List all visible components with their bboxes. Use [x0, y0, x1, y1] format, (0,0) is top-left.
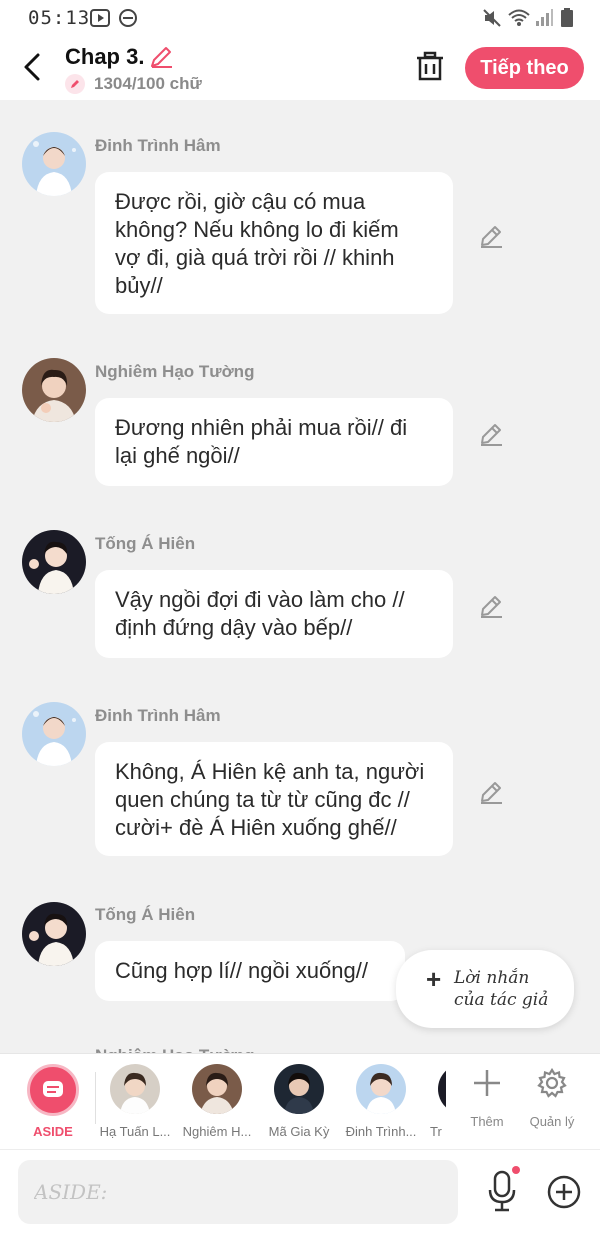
plus-icon	[474, 1070, 500, 1096]
message-line: lại ghế ngồi//	[115, 443, 240, 468]
message-line: Không, Á Hiên kệ anh ta, người	[115, 759, 425, 784]
message-bubble[interactable]: Được rồi, giờ cậu có mua không? Nếu khôn…	[95, 172, 453, 314]
manage-button[interactable]: Quản lý	[519, 1054, 585, 1150]
plus-icon: +	[426, 964, 442, 994]
avatar	[274, 1064, 324, 1114]
message-line: quen chúng ta từ từ cũng đc //	[115, 787, 410, 812]
message-line: Được rồi, giờ cậu có mua	[115, 189, 366, 214]
add-character-button[interactable]: Thêm	[454, 1054, 520, 1150]
message-line: không? Nếu không lo đi kiếm	[115, 217, 399, 242]
aside-chat-icon	[27, 1064, 79, 1116]
character-chip[interactable]: Mã Gia Kỳ	[258, 1054, 340, 1150]
avatar	[192, 1064, 242, 1114]
character-name: Đinh Trình Hâm	[95, 136, 221, 155]
character-name: Tống Á Hiên	[95, 905, 196, 924]
status-time: 05:13	[28, 7, 91, 29]
message-bubble[interactable]: Không, Á Hiên kệ anh ta, người quen chún…	[95, 742, 453, 856]
edit-pencil-icon[interactable]	[478, 779, 504, 805]
edit-pencil-icon[interactable]	[478, 421, 504, 447]
status-bar: 05:13	[0, 0, 600, 36]
character-chip-label: Tr	[430, 1124, 442, 1139]
wifi-icon	[508, 9, 530, 26]
signal-icon	[536, 9, 553, 26]
avatar[interactable]	[22, 902, 86, 966]
editor-header: Chap 3. 1304/100 chữ Tiếp theo	[0, 36, 600, 100]
avatar[interactable]	[22, 530, 86, 594]
chapter-title[interactable]: Chap 3.	[65, 44, 144, 70]
microphone-icon[interactable]	[486, 1170, 518, 1212]
message-line: vợ đi, già quá trời rồi // khinh	[115, 245, 395, 270]
mute-icon	[483, 9, 501, 27]
back-arrow-icon[interactable]	[18, 50, 48, 84]
message-line: Vậy ngồi đợi đi vào làm cho //	[115, 587, 405, 612]
message-bubble[interactable]: Cũng hợp lí// ngồi xuống//	[95, 941, 405, 1001]
gear-icon	[537, 1068, 567, 1098]
message-bubble[interactable]: Đương nhiên phải mua rồi// đi lại ghế ng…	[95, 398, 453, 486]
notification-dot	[512, 1166, 520, 1174]
avatar	[438, 1064, 446, 1114]
avatar	[110, 1064, 160, 1114]
add-character-label: Thêm	[470, 1114, 504, 1129]
character-chip[interactable]: Tr	[422, 1054, 446, 1150]
message-line: Cũng hợp lí// ngồi xuống//	[115, 958, 368, 983]
do-not-disturb-icon	[119, 9, 137, 27]
message-bubble[interactable]: Vậy ngồi đợi đi vào làm cho // định đứng…	[95, 570, 453, 658]
message-input[interactable]	[18, 1160, 458, 1224]
character-name: Nghiêm Hạo Tường	[95, 362, 255, 381]
character-chip[interactable]: Đinh Trình...	[340, 1054, 422, 1150]
input-bar	[0, 1149, 600, 1233]
author-note-label-line2: của tác giả	[454, 990, 549, 1010]
word-count-badge-icon	[65, 74, 85, 94]
character-chip[interactable]: Hạ Tuấn L...	[94, 1054, 176, 1150]
add-circle-icon[interactable]	[546, 1174, 582, 1210]
avatar[interactable]	[22, 358, 86, 422]
character-chip-label: Nghiêm H...	[182, 1124, 252, 1139]
avatar	[356, 1064, 406, 1114]
manage-label: Quản lý	[529, 1114, 575, 1129]
message-line: định đứng dậy vào bếp//	[115, 615, 353, 640]
aside-tab[interactable]: ASIDE	[0, 1054, 106, 1150]
character-chip[interactable]: Nghiêm H...	[176, 1054, 258, 1150]
battery-icon	[561, 8, 573, 27]
pencil-icon[interactable]	[148, 44, 174, 70]
avatar[interactable]	[22, 702, 86, 766]
character-name: Tống Á Hiên	[95, 534, 196, 553]
character-chip-label: Hạ Tuấn L...	[99, 1124, 171, 1139]
author-note-button[interactable]: + Lời nhắn của tác giả	[396, 950, 574, 1028]
aside-tab-label: ASIDE	[33, 1124, 73, 1139]
message-line: bủy//	[115, 273, 163, 298]
character-bar: ASIDE Hạ Tuấn L... Nghiêm H... Mã Gia Kỳ…	[0, 1053, 600, 1149]
character-chip-label: Đinh Trình...	[345, 1124, 417, 1139]
message-line: Đương nhiên phải mua rồi// đi	[115, 415, 408, 440]
edit-pencil-icon[interactable]	[478, 223, 504, 249]
character-name: Đinh Trình Hâm	[95, 706, 221, 725]
trash-icon[interactable]	[414, 50, 446, 84]
message-line: cười+ đè Á Hiên xuống ghế//	[115, 815, 397, 840]
edit-pencil-icon[interactable]	[478, 593, 504, 619]
word-count: 1304/100 chữ	[94, 74, 202, 93]
author-note-label-line1: Lời nhắn	[454, 968, 530, 988]
play-box-icon	[90, 9, 110, 27]
next-button[interactable]: Tiếp theo	[465, 47, 584, 89]
character-chip-label: Mã Gia Kỳ	[268, 1124, 330, 1139]
avatar[interactable]	[22, 132, 86, 196]
